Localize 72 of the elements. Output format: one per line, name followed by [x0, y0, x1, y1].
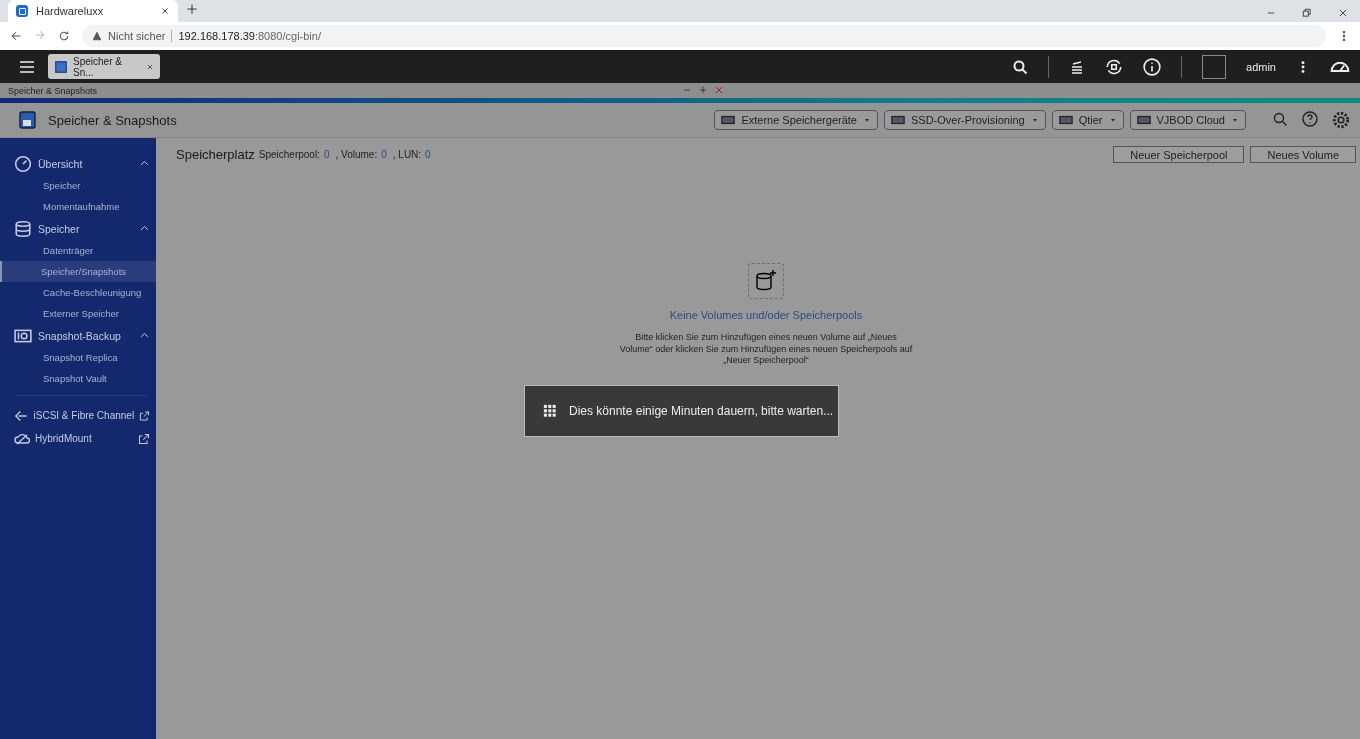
- close-icon: [714, 84, 724, 95]
- device-icon: [1058, 113, 1073, 127]
- info-icon: [1143, 57, 1162, 76]
- sidebar-link[interactable]: HybridMount: [0, 427, 156, 450]
- stat-label: , Volume:: [335, 149, 378, 160]
- gauge-icon: [14, 154, 32, 173]
- close-icon: [1338, 8, 1348, 18]
- address-field[interactable]: Nicht sicher 192.168.178.39:8080/cgi-bin/: [82, 25, 1326, 47]
- sidebar-item[interactable]: Cache-Beschleunigung: [0, 282, 156, 303]
- reload-icon: [58, 30, 70, 42]
- warning-icon: [92, 31, 102, 41]
- caret-icon: [1030, 116, 1039, 124]
- menu-icon: [19, 58, 35, 75]
- loading-icon: [543, 404, 557, 418]
- external-link-icon: [138, 432, 150, 445]
- window-title: Speicher & Snapshots: [8, 85, 99, 96]
- restore-icon: [1302, 8, 1312, 18]
- stat-label: , LUN:: [392, 149, 422, 160]
- user-menu[interactable]: admin: [1246, 60, 1276, 73]
- caret-icon: [1231, 116, 1239, 124]
- close-icon: [160, 6, 170, 16]
- toolbar-dropdown[interactable]: Externe Speichergeräte: [714, 110, 878, 130]
- toolbar-dropdown[interactable]: Qtier: [1051, 110, 1124, 130]
- back-icon: [10, 30, 22, 42]
- device-icon: [721, 113, 736, 127]
- stat-value: 0: [323, 149, 330, 160]
- device-icon: [890, 113, 905, 127]
- gauge-icon: [1330, 61, 1350, 72]
- stat-value: 0: [381, 149, 387, 160]
- app-title: Speicher & Snapshots: [48, 112, 177, 128]
- database-icon: [14, 219, 32, 238]
- toolbar-dropdown[interactable]: SSD-Over-Provisioning: [883, 110, 1046, 130]
- action-button[interactable]: Neues Volume: [1250, 146, 1356, 163]
- external-link-icon: [139, 409, 150, 422]
- device-icon: [1136, 113, 1151, 127]
- search-icon: [1272, 111, 1288, 127]
- sidebar-group[interactable]: Speicher: [0, 217, 156, 240]
- sidebar-group[interactable]: Snapshot-Backup: [0, 324, 156, 347]
- sidebar-item[interactable]: Externer Speicher: [0, 303, 156, 324]
- empty-state-message: Bitte klicken Sie zum Hinzufügen eines neuen Volume auf „Neues Volume“ oder klicken Sie zum Hinzufügen eines neuen Speicherpools auf „Neuer Speicherpool“: [618, 332, 914, 367]
- section-title: Speicherplatz: [176, 147, 255, 162]
- toolbar-dropdown[interactable]: VJBOD Cloud: [1129, 110, 1246, 130]
- app-icon: [16, 5, 28, 17]
- loading-message: Dies könnte einige Minuten dauern, bitte warten...: [569, 404, 834, 418]
- close-icon: [146, 62, 154, 71]
- action-button[interactable]: Neuer Speicherpool: [1113, 146, 1245, 163]
- storage-icon: [54, 59, 68, 74]
- browser-tab[interactable]: Hardwareluxx: [8, 0, 178, 22]
- stat-label: Speicherpool:: [258, 149, 320, 160]
- stat-value: 0: [425, 149, 431, 160]
- avatar-icon[interactable]: [1202, 54, 1227, 79]
- maximize-icon: [698, 84, 708, 95]
- caret-icon: [862, 116, 871, 124]
- sidebar-link[interactable]: iSCSI & Fibre Channel: [0, 404, 156, 427]
- sidebar-item[interactable]: Snapshot Replica: [0, 347, 156, 368]
- forward-icon: [34, 28, 46, 41]
- help-icon: [1302, 111, 1318, 127]
- sidebar-item[interactable]: Speicher/Snapshots: [0, 261, 156, 282]
- sidebar-item[interactable]: Speicher: [0, 175, 156, 196]
- storage-icon: [18, 109, 38, 131]
- empty-state-title: Keine Volumes und/oder Speicherpools: [669, 309, 863, 321]
- sidebar-item[interactable]: Datenträger: [0, 240, 156, 261]
- search-icon: [1012, 58, 1029, 75]
- sidebar-item[interactable]: Snapshot Vault: [0, 368, 156, 389]
- app-tab[interactable]: Speicher & Sn...: [48, 54, 160, 79]
- settings-icon: [1332, 111, 1350, 129]
- sidebar-item[interactable]: Momentaufnahme: [0, 196, 156, 217]
- database-icon: [754, 269, 778, 293]
- sidebar-group[interactable]: Übersicht: [0, 152, 156, 175]
- sync-icon: [1105, 57, 1124, 76]
- new-tab-icon: [186, 3, 198, 15]
- caret-icon: [1108, 116, 1117, 124]
